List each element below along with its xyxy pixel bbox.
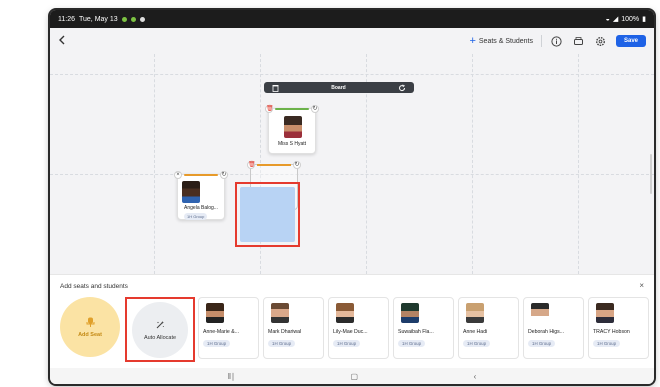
plus-icon: +	[469, 35, 476, 47]
grid-line	[50, 174, 654, 175]
group-badge: 1H Group	[593, 340, 621, 347]
info-icon	[551, 35, 563, 47]
rotate-icon[interactable]	[398, 83, 406, 92]
seat-student[interactable]: × ↻ Angela Balog... 1H Group	[174, 171, 228, 220]
back-button[interactable]	[58, 34, 72, 48]
student-card[interactable]: TRACY Hobson 1H Group	[588, 297, 649, 359]
settings-button[interactable]	[594, 34, 608, 48]
group-badge: 1H Group	[203, 340, 231, 347]
seat-student-name: Miss S Hyatt	[277, 141, 307, 147]
trash-icon[interactable]	[272, 84, 279, 92]
delete-seat-icon[interactable]: 🗑	[265, 105, 274, 113]
notification-icon	[139, 16, 145, 22]
student-name: Lily-Mae Duc...	[333, 329, 368, 335]
grid-line	[578, 54, 579, 274]
group-badge: 1H Group	[333, 340, 361, 347]
seats-students-button[interactable]: + Seats & Students	[469, 35, 533, 47]
seats-students-label: Seats & Students	[478, 37, 533, 45]
nav-back-button[interactable]: ‹	[474, 372, 477, 381]
student-card[interactable]: Suwaibah Fla... 1H Group	[393, 297, 454, 359]
close-panel-button[interactable]: ×	[639, 281, 644, 290]
notification-icon	[121, 16, 127, 22]
close-icon[interactable]: ×	[174, 171, 182, 179]
auto-allocate-button[interactable]: Auto Allocate	[132, 302, 188, 358]
notification-icon	[130, 16, 136, 22]
status-bar: 11:26 Tue, May 13 ◒ ◢ 100% ▮	[50, 10, 654, 28]
signal-icon: ◢	[612, 16, 619, 23]
printer-icon	[574, 36, 584, 45]
student-avatar	[401, 303, 419, 323]
student-avatar	[182, 181, 200, 203]
student-card[interactable]: Deborah Higs... 1H Group	[523, 297, 584, 359]
status-time: 11:26	[58, 15, 75, 23]
seat-student-name: Angela Balog...	[184, 205, 218, 211]
tablet-screen: 11:26 Tue, May 13 ◒ ◢ 100% ▮ + Seats & S…	[50, 10, 654, 384]
add-seats-panel: Add seats and students × Add Seat Auto A…	[50, 274, 654, 368]
empty-seat[interactable]	[240, 187, 295, 242]
student-name: Mark Dhariwal	[268, 329, 302, 335]
battery-level: 100%	[621, 15, 640, 23]
group-badge: 1H Group	[463, 340, 491, 347]
seat-accent	[184, 174, 218, 176]
student-card[interactable]: Anne Hadi 1H Group	[458, 297, 519, 359]
system-nav-bar: ‖∣ ▢ ‹	[50, 368, 654, 384]
student-name: Deborah Higs...	[528, 329, 565, 335]
recent-apps-button[interactable]: ‖∣	[228, 372, 235, 381]
info-button[interactable]	[550, 34, 564, 48]
grid-line	[154, 54, 155, 274]
status-date: Tue, May 13	[79, 15, 118, 23]
group-badge: 1H Group	[398, 340, 426, 347]
rotate-seat-icon[interactable]: ↻	[293, 161, 301, 169]
print-button[interactable]	[572, 34, 586, 48]
rotate-seat-icon[interactable]: ↻	[220, 171, 228, 179]
student-name: Anne Hadi	[463, 329, 488, 335]
close-icon: ×	[639, 281, 644, 290]
auto-allocate-label: Auto Allocate	[143, 334, 177, 341]
rotate-seat-icon[interactable]: ↻	[311, 105, 319, 113]
student-avatar	[271, 303, 289, 323]
student-card[interactable]: Mark Dhariwal 1H Group	[263, 297, 324, 359]
board-label: Board	[331, 84, 346, 91]
seat-icon	[86, 317, 94, 327]
divider	[540, 35, 542, 47]
app-toolbar: + Seats & Students Save	[50, 28, 654, 54]
student-avatar	[284, 116, 302, 138]
scrollbar[interactable]	[650, 154, 652, 194]
delete-seat-icon[interactable]: 🗑	[247, 161, 256, 169]
grid-line	[472, 54, 473, 274]
student-avatar	[206, 303, 224, 323]
grid-line	[50, 74, 654, 75]
battery-icon: ▮	[642, 16, 646, 23]
add-seat-button[interactable]: Add Seat	[60, 297, 120, 357]
home-button[interactable]: ▢	[351, 372, 359, 381]
chevron-left-icon	[59, 35, 65, 45]
group-badge: 1H Group	[268, 340, 296, 347]
student-name: Anne-Marie &...	[203, 329, 240, 335]
seating-canvas[interactable]: Board 🗑 ↻ Miss S Hyatt × ↻ Angela Balog.…	[50, 54, 654, 274]
seat-teacher[interactable]: 🗑 ↻ Miss S Hyatt	[265, 105, 319, 154]
student-card[interactable]: Anne-Marie &... 1H Group	[198, 297, 259, 359]
board-bar[interactable]: Board	[264, 82, 414, 93]
add-seat-label: Add Seat	[78, 331, 102, 338]
auto-allocate-highlight: Auto Allocate	[125, 297, 195, 362]
student-name: Suwaibah Fla...	[398, 329, 434, 335]
student-avatar	[596, 303, 614, 323]
group-badge: 1H Group	[184, 213, 208, 220]
student-avatar	[336, 303, 354, 323]
panel-title: Add seats and students	[60, 283, 128, 290]
magic-wand-icon	[156, 320, 164, 328]
student-name: TRACY Hobson	[593, 329, 630, 335]
save-button[interactable]: Save	[615, 35, 646, 47]
seat-accent	[257, 164, 291, 166]
student-avatar	[531, 303, 549, 323]
wifi-icon: ◒	[605, 15, 610, 23]
student-card[interactable]: Lily-Mae Duc... 1H Group	[328, 297, 389, 359]
seat-accent	[275, 108, 309, 110]
student-avatar	[466, 303, 484, 323]
gear-icon	[596, 36, 606, 46]
group-badge: 1H Group	[528, 340, 556, 347]
selected-seat-highlight[interactable]	[235, 182, 300, 247]
